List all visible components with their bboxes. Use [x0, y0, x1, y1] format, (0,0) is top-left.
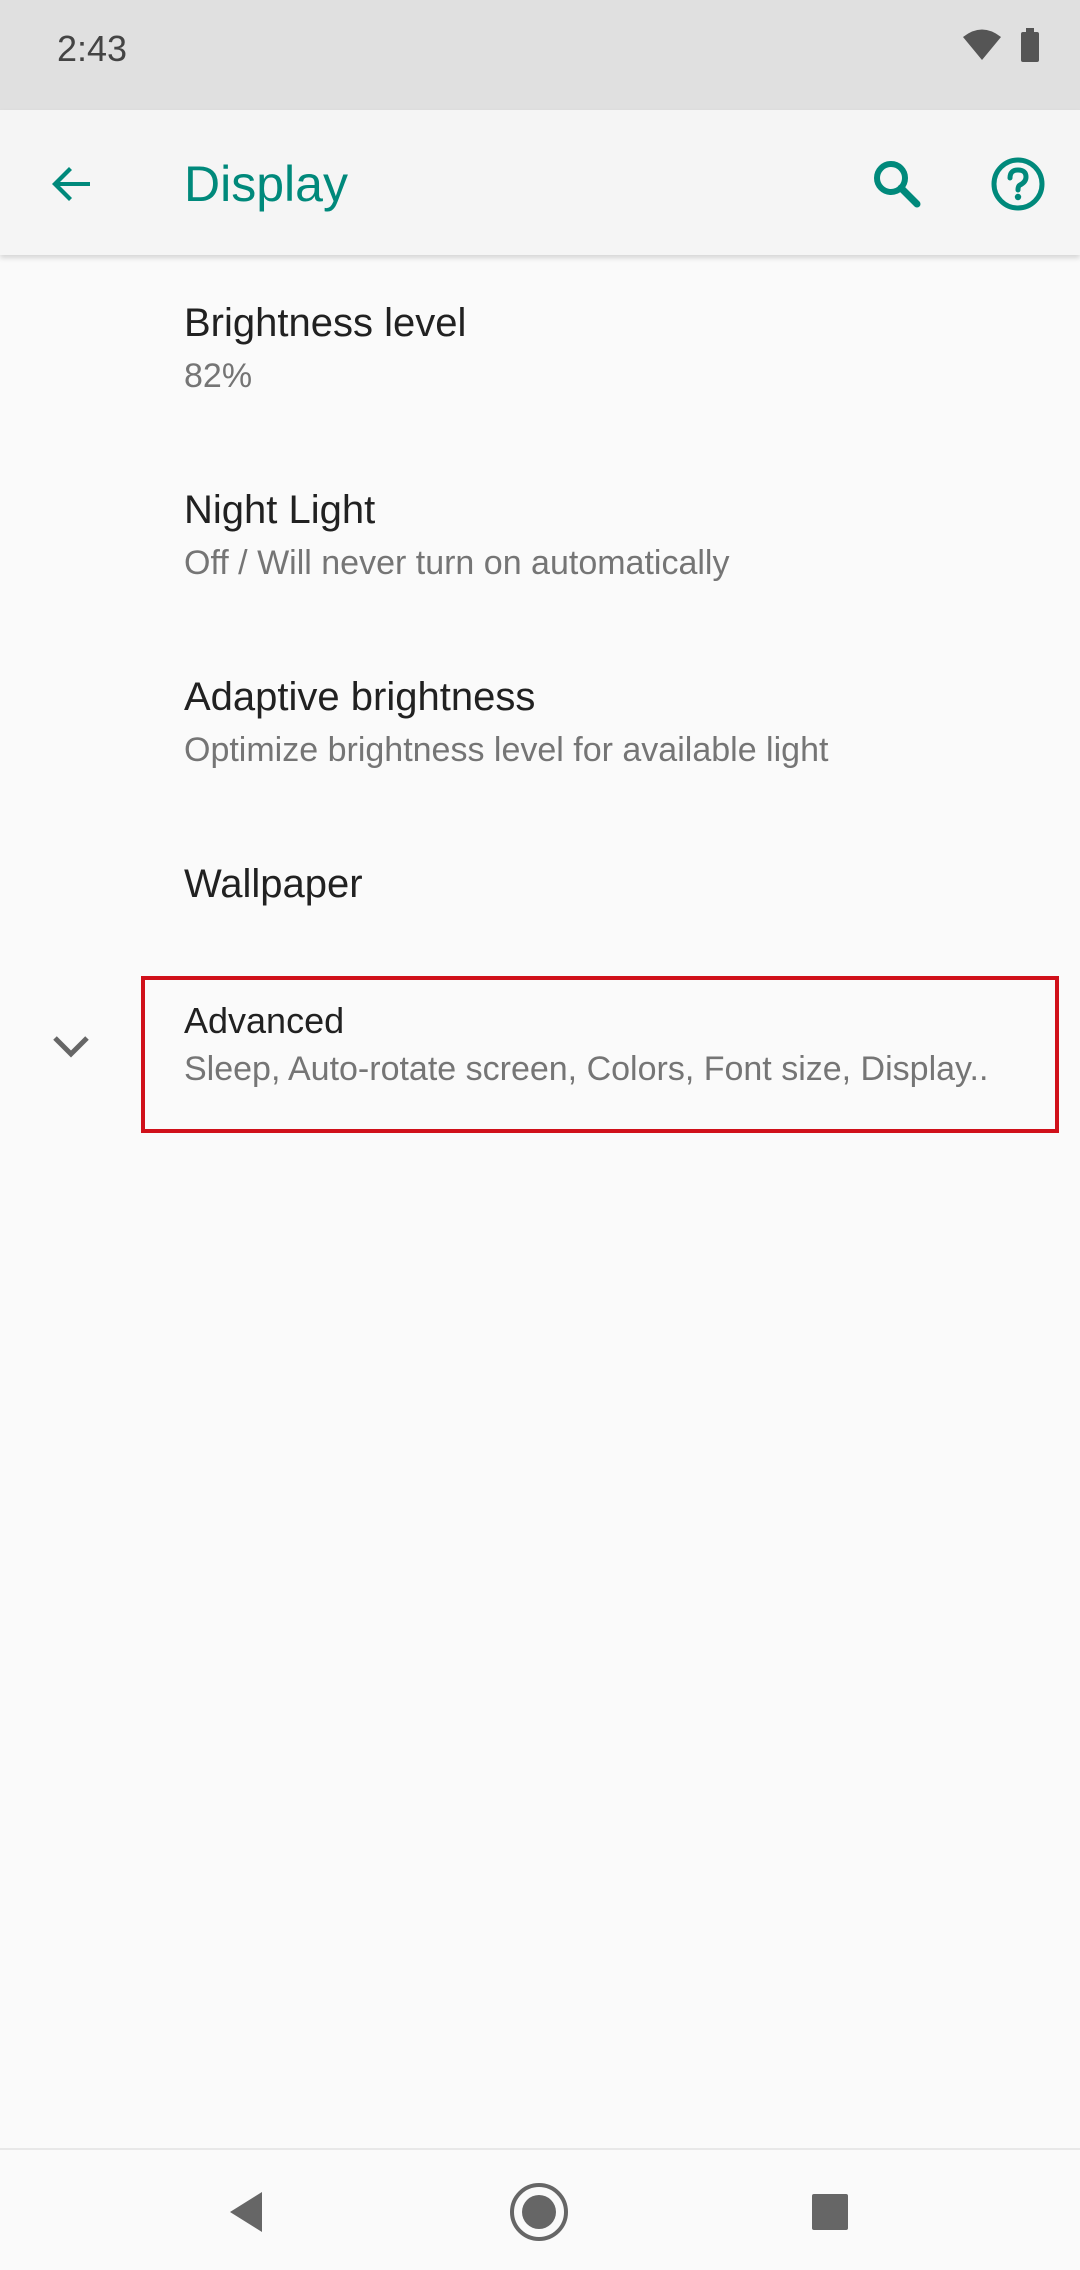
- status-time: 2:43: [57, 28, 128, 69]
- nav-back-button[interactable]: [204, 2170, 288, 2254]
- home-circle-icon: [510, 2183, 568, 2241]
- back-arrow-icon: [52, 167, 90, 201]
- setting-brightness-level[interactable]: Brightness level 82%: [0, 255, 1080, 440]
- nav-bar: [0, 2148, 1080, 2270]
- help-button[interactable]: [976, 142, 1060, 226]
- item-title: Night Light: [184, 488, 376, 532]
- page-title: Display: [184, 156, 348, 212]
- item-summary: Off / Will never turn on automatically: [184, 544, 730, 582]
- chevron-down-icon: [53, 1036, 89, 1058]
- setting-adaptive-brightness[interactable]: Adaptive brightness Optimize brightness …: [0, 627, 1080, 814]
- status-icons: [962, 28, 1040, 62]
- status-bar: 2:43: [0, 0, 1080, 110]
- expand-chevron[interactable]: [46, 1022, 96, 1072]
- item-title: Wallpaper: [184, 862, 363, 906]
- recents-square-icon: [812, 2194, 848, 2230]
- search-button[interactable]: [855, 142, 939, 226]
- back-button[interactable]: [30, 142, 114, 226]
- item-summary: Optimize brightness level for available …: [184, 731, 829, 769]
- setting-wallpaper[interactable]: Wallpaper: [0, 814, 1080, 964]
- item-title: Brightness level: [184, 301, 467, 345]
- setting-night-light[interactable]: Night Light Off / Will never turn on aut…: [0, 440, 1080, 627]
- item-title: Adaptive brightness: [184, 675, 536, 719]
- highlight-box: [141, 976, 1059, 1133]
- help-icon: [991, 157, 1045, 211]
- nav-home-button[interactable]: [497, 2170, 581, 2254]
- wifi-icon: [963, 29, 1001, 60]
- back-triangle-icon: [230, 2192, 262, 2232]
- battery-icon: [1021, 28, 1039, 62]
- item-summary: 82%: [184, 357, 253, 395]
- search-icon: [874, 161, 921, 208]
- app-bar: Display: [0, 110, 1080, 255]
- nav-recents-button[interactable]: [788, 2170, 872, 2254]
